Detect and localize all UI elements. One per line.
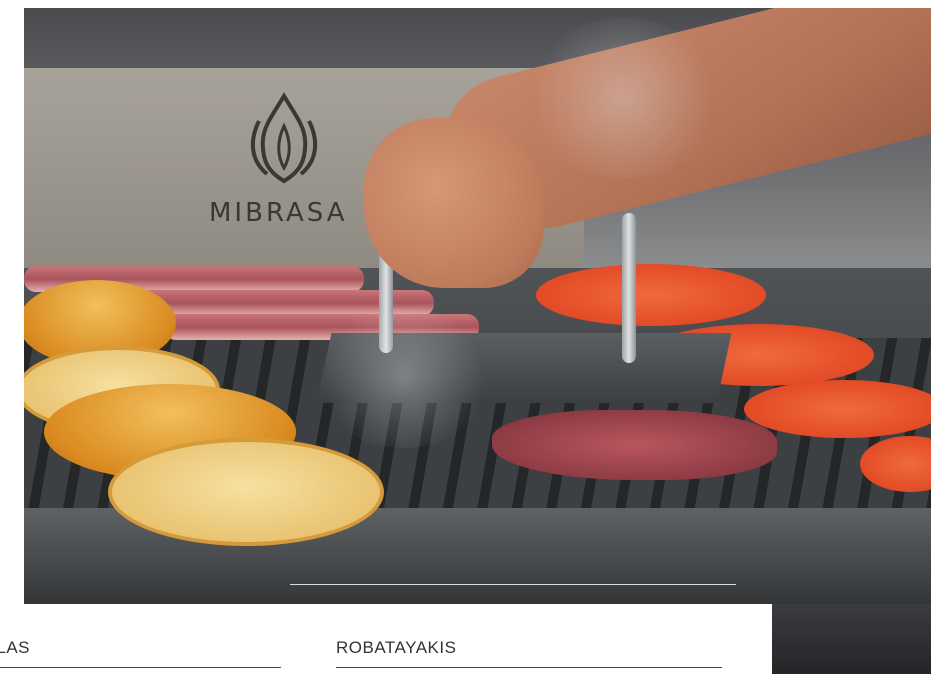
- burger-bun-cut: [108, 438, 384, 546]
- category-tabs: LAS ROBATAYAKIS: [0, 604, 772, 674]
- burger-press-handle: [622, 213, 636, 363]
- tomato-slice: [536, 264, 766, 326]
- hero-photo-edge: [772, 604, 931, 674]
- tomato-slice: [744, 380, 931, 438]
- steam-cloud: [524, 18, 724, 178]
- chef-hand: [364, 118, 544, 288]
- tab-category-1[interactable]: LAS: [0, 638, 30, 658]
- tab-underline: [0, 667, 281, 668]
- brand-logo-text: MIBRASA: [209, 198, 348, 228]
- burger-patty: [492, 410, 777, 480]
- page: MIBRASA LAS ROBATAYAKIS: [0, 0, 931, 674]
- tab-robatayakis[interactable]: ROBATAYAKIS: [336, 638, 456, 658]
- tab-underline: [336, 667, 722, 668]
- hero-divider-line: [290, 584, 736, 585]
- flame-logo-icon: [250, 92, 318, 184]
- hero-photo: MIBRASA: [24, 8, 931, 614]
- steam-cloud: [314, 308, 494, 448]
